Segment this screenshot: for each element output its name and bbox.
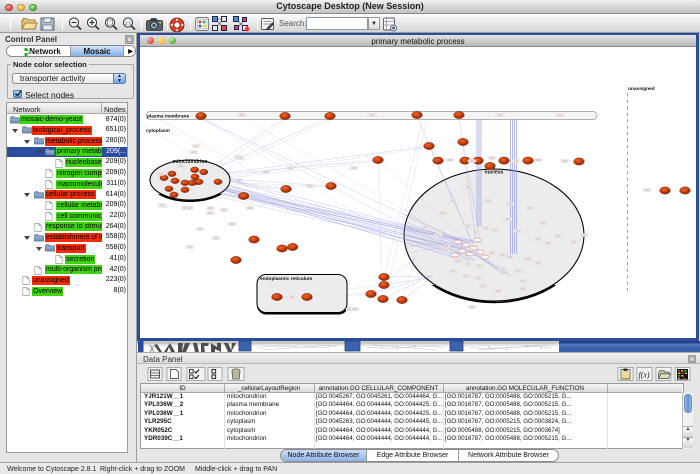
svg-text:endoplasmic reticulum: endoplasmic reticulum [260,276,312,282]
svg-text:mitochondrion: mitochondrion [173,159,208,165]
svg-text:unassigned: unassigned [628,86,655,92]
svg-text:plasma membrane: plasma membrane [147,114,189,120]
svg-text:nucleus: nucleus [485,170,504,176]
svg-text:1:1: 1:1 [125,21,132,26]
svg-text:cytoplasm: cytoplasm [146,128,170,134]
svg-text:f(x): f(x) [638,371,649,380]
